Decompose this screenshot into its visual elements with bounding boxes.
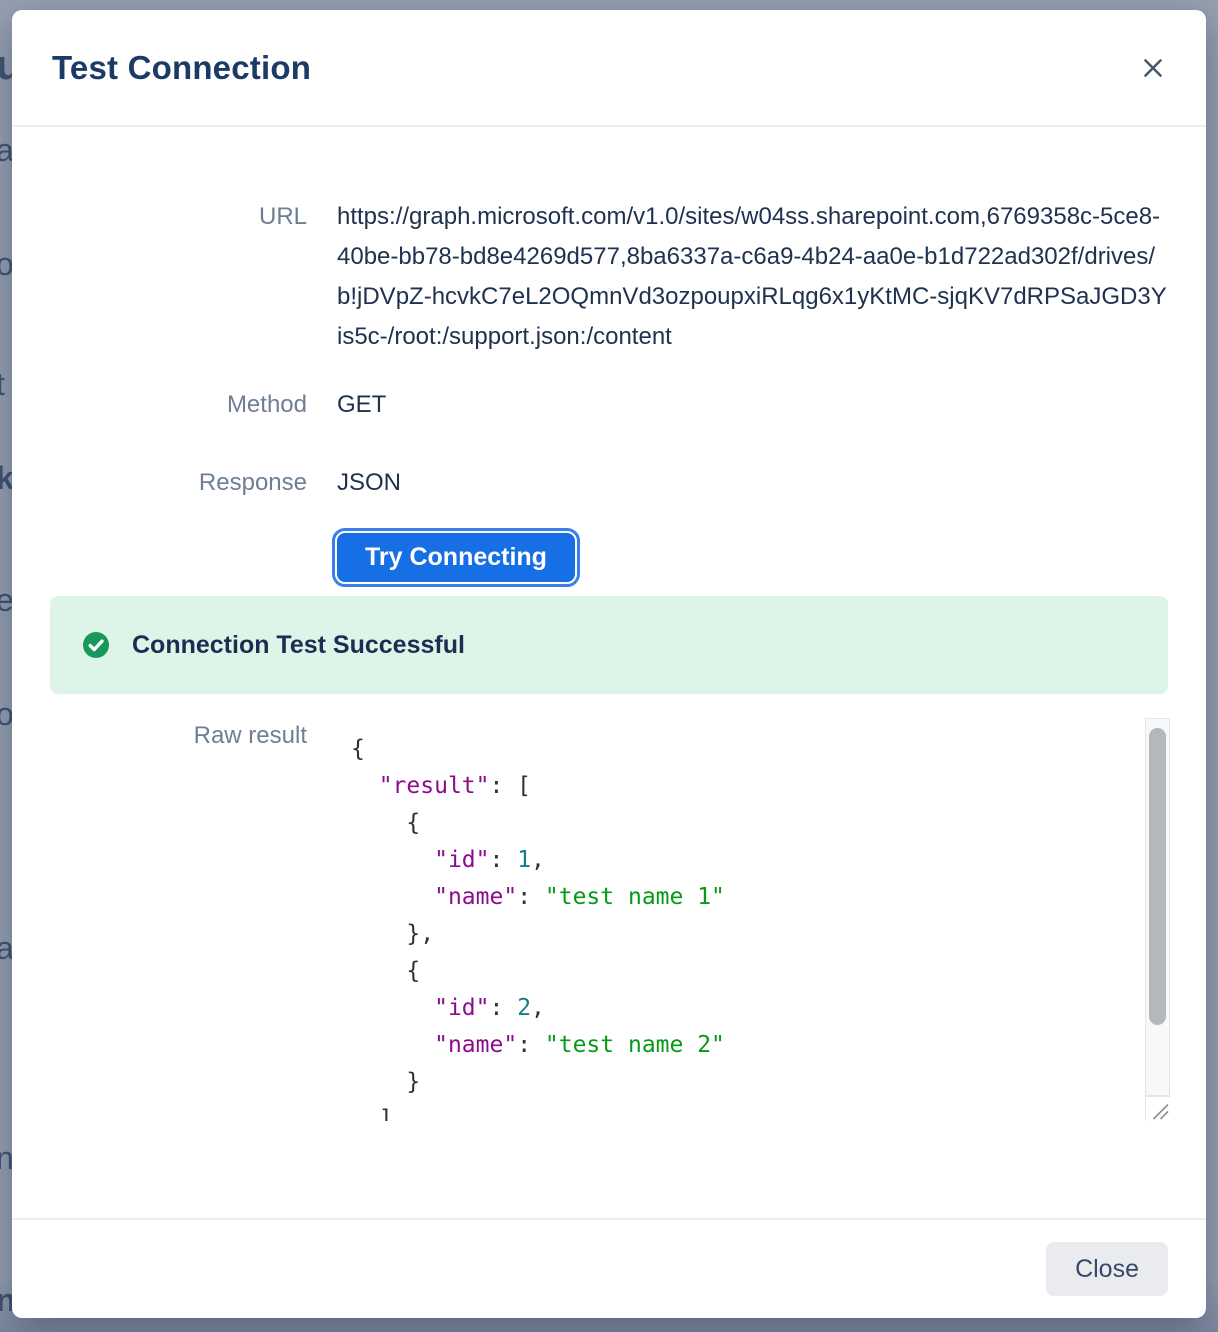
method-label: Method [12, 385, 307, 425]
field-row-method: Method GET [12, 385, 1206, 425]
test-connection-modal: Test Connection URL https://graph.micros… [12, 10, 1206, 1318]
try-connecting-button[interactable]: Try Connecting [337, 533, 575, 582]
modal-body: URL https://graph.microsoft.com/v1.0/sit… [12, 127, 1206, 1218]
raw-result-scrollbar[interactable] [1145, 718, 1170, 1096]
field-row-response: Response JSON [12, 463, 1206, 503]
modal-title: Test Connection [52, 49, 311, 87]
close-button[interactable] [1134, 49, 1172, 87]
modal-footer: Close [12, 1218, 1206, 1318]
field-row-url: URL https://graph.microsoft.com/v1.0/sit… [12, 197, 1206, 357]
close-footer-button[interactable]: Close [1046, 1242, 1168, 1296]
resize-handle-icon[interactable] [1145, 1096, 1170, 1121]
success-banner: Connection Test Successful [50, 596, 1168, 694]
modal-header: Test Connection [12, 10, 1206, 127]
raw-result-scrollbar-thumb[interactable] [1149, 728, 1166, 1025]
close-icon [1140, 55, 1166, 81]
response-label: Response [12, 463, 307, 503]
raw-result-row: Raw result { "result": [ { "id": 1, "nam… [12, 716, 1206, 1121]
method-value: GET [337, 385, 1170, 425]
url-label: URL [12, 197, 307, 237]
url-value: https://graph.microsoft.com/v1.0/sites/w… [337, 197, 1170, 357]
raw-result-code: { "result": [ { "id": 1, "name": "test n… [337, 716, 1170, 1121]
try-connecting-row: Try Connecting [12, 533, 1206, 582]
response-value: JSON [337, 463, 1170, 503]
check-circle-icon [82, 631, 110, 659]
success-banner-text: Connection Test Successful [132, 631, 465, 660]
raw-result-textarea[interactable]: { "result": [ { "id": 1, "name": "test n… [337, 716, 1170, 1121]
raw-result-label: Raw result [12, 716, 307, 756]
